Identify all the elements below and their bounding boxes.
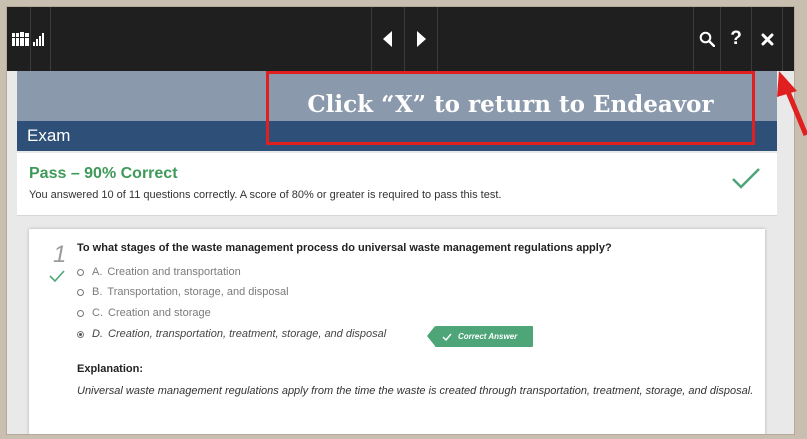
option-letter: A. bbox=[92, 266, 103, 278]
option-d[interactable]: D. Creation, transportation, treatment, … bbox=[77, 328, 386, 340]
question-card: 1 To what stages of the waste management… bbox=[29, 229, 765, 434]
pass-check-icon bbox=[731, 167, 761, 196]
search-icon[interactable] bbox=[694, 7, 720, 71]
option-text: Creation and transportation bbox=[107, 266, 241, 278]
correct-answer-badge: Correct Answer bbox=[427, 326, 533, 347]
result-summary: Pass – 90% Correct You answered 10 of 11… bbox=[17, 153, 777, 216]
option-letter: B. bbox=[92, 286, 103, 298]
radio-icon[interactable] bbox=[77, 309, 84, 317]
option-letter: D. bbox=[92, 328, 103, 340]
option-c[interactable]: C. Creation and storage bbox=[77, 307, 211, 319]
exam-label: Exam bbox=[27, 126, 71, 145]
question-text: To what stages of the waste management p… bbox=[77, 242, 612, 254]
option-letter: C. bbox=[92, 307, 103, 319]
result-description: You answered 10 of 11 questions correctl… bbox=[29, 189, 502, 201]
radio-selected-icon[interactable] bbox=[77, 330, 84, 338]
radio-icon[interactable] bbox=[77, 268, 84, 276]
signal-icon[interactable] bbox=[31, 7, 49, 71]
pointer-arrow-icon bbox=[776, 69, 807, 144]
option-b[interactable]: B. Transportation, storage, and disposal bbox=[77, 286, 289, 298]
option-a[interactable]: A. Creation and transportation bbox=[77, 266, 241, 278]
previous-icon[interactable] bbox=[372, 7, 404, 71]
check-icon bbox=[442, 333, 452, 341]
correct-answer-label: Correct Answer bbox=[458, 332, 518, 341]
viewer-frame: ? Exam Pass – 90% Correct You answered 1… bbox=[6, 6, 795, 435]
option-text: Transportation, storage, and disposal bbox=[107, 286, 289, 298]
result-title: Pass – 90% Correct bbox=[29, 165, 178, 182]
explanation-heading: Explanation: bbox=[77, 363, 144, 375]
help-icon[interactable]: ? bbox=[721, 7, 751, 71]
explanation-text: Universal waste management regulations a… bbox=[77, 385, 754, 397]
option-text: Creation, transportation, treatment, sto… bbox=[108, 328, 387, 340]
radio-icon[interactable] bbox=[77, 288, 84, 296]
library-icon[interactable] bbox=[11, 7, 31, 71]
next-icon[interactable] bbox=[405, 7, 437, 71]
instruction-callout: Click “X” to return to Endeavor bbox=[266, 71, 755, 145]
instruction-text: Click “X” to return to Endeavor bbox=[307, 90, 714, 118]
option-text: Creation and storage bbox=[108, 307, 211, 319]
toolbar: ? bbox=[7, 7, 794, 71]
question-number: 1 bbox=[53, 241, 67, 268]
question-correct-icon bbox=[49, 269, 65, 287]
close-icon[interactable] bbox=[752, 7, 782, 71]
